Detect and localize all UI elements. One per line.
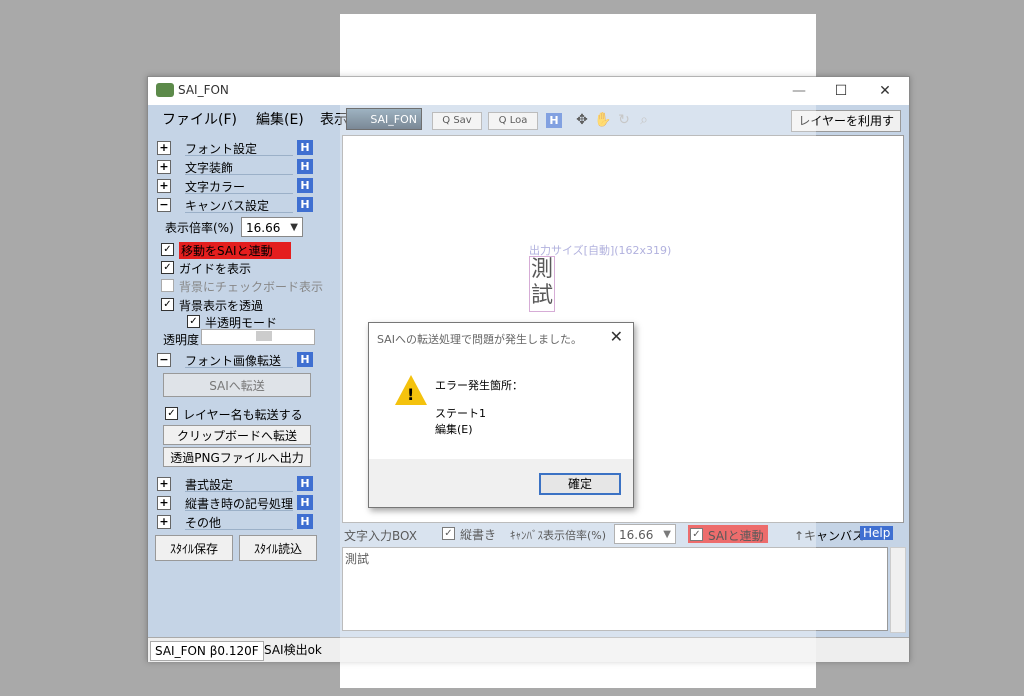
export-png-button[interactable]: 透過PNGファイルへ出力 xyxy=(163,447,311,467)
vertical-label: 縦書き xyxy=(460,528,497,542)
text-input-area[interactable]: 測試 xyxy=(342,547,888,631)
help-h-button[interactable]: H xyxy=(297,178,313,193)
text-scrollbar[interactable] xyxy=(890,547,906,633)
menu-bar: ファイル(F) 編集(E) 表示 xyxy=(148,105,348,131)
close-button[interactable]: ✕ xyxy=(870,81,900,101)
rotate-icon[interactable]: ↻ xyxy=(616,112,632,128)
dialog-title: SAIへの転送処理で問題が発生しました。 xyxy=(377,333,582,346)
close-icon[interactable]: ✕ xyxy=(610,327,623,346)
help-h-button[interactable]: H xyxy=(297,140,313,155)
error-dialog: SAIへの転送処理で問題が発生しました。 ✕ ! エラー発生箇所： ステート1 … xyxy=(368,322,634,508)
expand-icon[interactable]: + xyxy=(157,477,171,491)
app-icon xyxy=(156,83,174,97)
hand-icon[interactable]: ✋ xyxy=(594,112,611,128)
title-bar: SAI_FON — ☐ ✕ xyxy=(148,77,909,105)
quick-load-button[interactable]: Q Loa xyxy=(488,112,538,130)
warning-mark: ! xyxy=(407,385,415,404)
checkbox[interactable]: ✓ xyxy=(161,298,174,311)
section-format-settings[interactable]: + 書式設定 H xyxy=(157,475,317,493)
help-h-button[interactable]: H xyxy=(297,514,313,529)
expand-icon[interactable]: + xyxy=(157,141,171,155)
help-h-button[interactable]: H xyxy=(297,197,313,212)
style-save-button[interactable]: ｽﾀｲﾙ保存 xyxy=(155,535,233,561)
expand-icon[interactable]: + xyxy=(157,160,171,174)
section-text-decoration[interactable]: + 文字装飾 H xyxy=(157,158,317,176)
style-load-button[interactable]: ｽﾀｲﾙ読込 xyxy=(239,535,317,561)
checkbox[interactable]: ✓ xyxy=(690,528,703,541)
zoom-icon[interactable]: ⌕ xyxy=(636,112,652,128)
dialog-line1: エラー発生箇所： xyxy=(435,379,523,392)
slider-knob[interactable] xyxy=(256,331,272,341)
dialog-footer: 確定 xyxy=(369,459,633,507)
expand-icon[interactable]: + xyxy=(157,496,171,510)
help-h-button[interactable]: H xyxy=(297,352,313,367)
section-text-color[interactable]: + 文字カラー H xyxy=(157,177,317,195)
dialog-line2: ステート1 xyxy=(435,407,486,420)
move-icon[interactable]: ✥ xyxy=(574,112,590,128)
saifon-logo: SAI_FON xyxy=(346,108,422,130)
help-h-button[interactable]: H xyxy=(297,495,313,510)
help-button[interactable]: Help xyxy=(860,526,894,540)
collapse-icon[interactable]: − xyxy=(157,353,171,367)
checkbox[interactable]: ✓ xyxy=(165,407,178,420)
vertical-checkbox[interactable]: ✓ xyxy=(442,527,455,540)
expand-icon[interactable]: + xyxy=(157,179,171,193)
clipboard-button[interactable]: クリップボードへ転送 xyxy=(163,425,311,445)
chevron-down-icon: ▼ xyxy=(290,222,298,233)
section-font-settings[interactable]: + フォント設定 H xyxy=(157,139,317,157)
help-h-button[interactable]: H xyxy=(297,476,313,491)
canvas-zoom-select[interactable]: 16.66 ▼ xyxy=(614,524,676,544)
dialog-line3: 編集(E) xyxy=(435,423,473,436)
detect-status: SAI検出ok xyxy=(264,643,322,657)
checkbox[interactable]: ✓ xyxy=(161,261,174,274)
version-status: SAI_FON β0.120F xyxy=(150,641,264,661)
zoom-label: 表示倍率(%) xyxy=(165,221,234,235)
use-layer-button[interactable]: レイヤーを利用す xyxy=(791,110,901,132)
section-vertical-symbols[interactable]: + 縦書き時の記号処理 H xyxy=(157,494,317,512)
transparency-slider[interactable] xyxy=(201,329,315,345)
checkbox[interactable]: ✓ xyxy=(187,315,200,328)
send-to-sai-button[interactable]: SAIへ転送 xyxy=(163,373,311,397)
help-h-button[interactable]: H xyxy=(546,113,562,128)
status-bar: SAI_FON β0.120F SAI検出ok xyxy=(148,637,909,662)
chevron-down-icon: ▼ xyxy=(663,529,671,540)
window-title: SAI_FON xyxy=(178,83,229,97)
section-canvas-settings[interactable]: − キャンバス設定 H xyxy=(157,196,317,214)
section-other[interactable]: + その他 H xyxy=(157,513,317,531)
canvas-up-link[interactable]: ↑キャンバス xyxy=(794,527,864,544)
help-h-button[interactable]: H xyxy=(297,159,313,174)
input-box-label: 文字入力BOX xyxy=(344,529,417,543)
checkbox[interactable]: ✓ xyxy=(161,243,174,256)
expand-icon[interactable]: + xyxy=(157,515,171,529)
transparency-label: 透明度 xyxy=(163,333,200,347)
sai-link-checkbox[interactable]: ✓ SAIと連動 xyxy=(688,525,768,543)
zoom-select[interactable]: 16.66 ▼ xyxy=(241,217,303,237)
settings-panel: + フォント設定 H + 文字装飾 H + 文字カラー H − キャンバス設定 … xyxy=(149,133,331,633)
maximize-button[interactable]: ☐ xyxy=(826,81,856,101)
menu-file[interactable]: ファイル(F) xyxy=(162,109,237,129)
toolbar: SAI_FON Q Sav Q Loa H ✥ ✋ ↻ ⌕ レイヤーを利用す xyxy=(344,107,909,133)
section-font-image-transfer[interactable]: − フォント画像転送 H xyxy=(157,351,317,369)
quick-save-button[interactable]: Q Sav xyxy=(432,112,482,130)
bottom-bar: 文字入力BOX ✓ 縦書き ｷｬﾝﾊﾞｽ表示倍率(%) 16.66 ▼ ✓ SAI… xyxy=(342,523,907,545)
canvas-zoom-label: ｷｬﾝﾊﾞｽ表示倍率(%) xyxy=(510,529,607,542)
menu-edit[interactable]: 編集(E) xyxy=(256,109,304,129)
vertical-text-preview[interactable]: 測 試 xyxy=(529,256,555,312)
minimize-button[interactable]: — xyxy=(784,81,814,101)
ok-button[interactable]: 確定 xyxy=(539,473,621,495)
collapse-icon[interactable]: − xyxy=(157,198,171,212)
checkbox[interactable] xyxy=(161,279,174,292)
